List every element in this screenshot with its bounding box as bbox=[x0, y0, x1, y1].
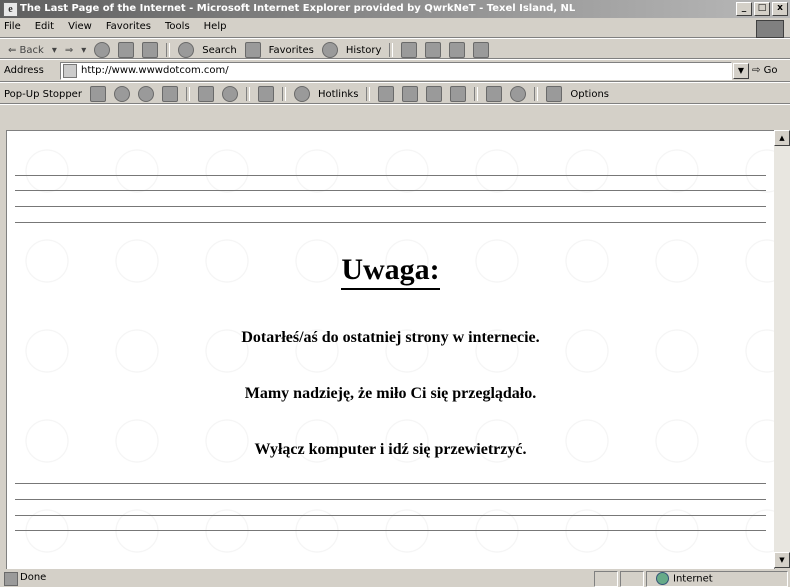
menu-file[interactable]: File bbox=[4, 21, 21, 32]
forward-dropdown-icon[interactable]: ▾ bbox=[81, 45, 86, 56]
horizontal-rule bbox=[15, 515, 766, 516]
toolbar-separator bbox=[389, 43, 394, 57]
horizontal-rule bbox=[15, 222, 766, 223]
go-button[interactable]: ⇨ Go bbox=[752, 65, 777, 76]
vertical-scrollbar[interactable]: ▲ ▼ bbox=[774, 130, 790, 568]
status-text: Done bbox=[20, 572, 47, 583]
status-cell bbox=[620, 571, 644, 587]
message-line-2: Mamy nadzieję, że miło Ci się przeglądał… bbox=[244, 385, 537, 402]
globe-icon bbox=[656, 572, 669, 585]
toolbar-separator bbox=[245, 87, 250, 101]
horizontal-rule bbox=[15, 206, 766, 207]
links-toolbar: Pop-Up Stopper Hotlinks Options bbox=[0, 83, 790, 105]
toolbar-icon[interactable] bbox=[510, 86, 527, 102]
toolbar-separator bbox=[281, 87, 286, 101]
options-button[interactable]: Options bbox=[570, 89, 609, 100]
toolbar-icon[interactable] bbox=[197, 86, 214, 102]
print-icon[interactable] bbox=[425, 42, 442, 58]
scroll-up-arrow-icon[interactable]: ▲ bbox=[774, 130, 790, 146]
address-label: Address bbox=[4, 65, 44, 76]
go-label: Go bbox=[763, 65, 778, 76]
status-cell bbox=[594, 571, 618, 587]
toolbar-separator bbox=[474, 87, 479, 101]
status-bar: Done Internet bbox=[0, 569, 790, 587]
menu-help[interactable]: Help bbox=[204, 21, 227, 32]
minimize-button[interactable]: _ bbox=[736, 2, 752, 16]
close-button[interactable]: x bbox=[772, 2, 788, 16]
popup-stopper-icon[interactable] bbox=[89, 86, 106, 102]
horizontal-rule bbox=[15, 190, 766, 191]
heading-text: Uwaga: bbox=[341, 253, 440, 290]
home-icon[interactable] bbox=[142, 42, 159, 58]
windows-logo-icon bbox=[756, 20, 784, 38]
block-icon[interactable] bbox=[402, 86, 419, 102]
refresh-icon[interactable] bbox=[118, 42, 135, 58]
toolbar-icon[interactable] bbox=[221, 86, 238, 102]
page-icon bbox=[63, 64, 77, 78]
menu-favorites[interactable]: Favorites bbox=[106, 21, 151, 32]
menu-bar: File Edit View Favorites Tools Help bbox=[0, 18, 790, 39]
mail-icon[interactable] bbox=[401, 42, 418, 58]
hotlinks-icon[interactable] bbox=[293, 86, 310, 102]
message-line-3: Wyłącz komputer i idź się przewietrzyć. bbox=[254, 441, 527, 458]
folder-icon[interactable] bbox=[378, 86, 395, 102]
horizontal-rule bbox=[15, 175, 766, 176]
history-icon bbox=[321, 42, 338, 58]
menu-view[interactable]: View bbox=[68, 21, 92, 32]
menu-tools[interactable]: Tools bbox=[165, 21, 190, 32]
horizontal-rule bbox=[15, 499, 766, 500]
back-button[interactable]: ⇐ Back bbox=[8, 45, 44, 56]
dollar-icon[interactable] bbox=[161, 86, 178, 102]
toolbar-separator bbox=[185, 87, 190, 101]
toolbar-icon[interactable] bbox=[257, 86, 274, 102]
window-title: The Last Page of the Internet - Microsof… bbox=[20, 3, 576, 14]
menu-edit[interactable]: Edit bbox=[35, 21, 54, 32]
page-status-icon bbox=[4, 572, 18, 586]
search-button[interactable]: Search bbox=[202, 45, 236, 56]
search-icon bbox=[178, 42, 195, 58]
title-bar: e The Last Page of the Internet - Micros… bbox=[0, 0, 790, 18]
back-dropdown-icon[interactable]: ▾ bbox=[52, 45, 57, 56]
go-arrow-icon: ⇨ bbox=[752, 65, 761, 76]
page-content: Uwaga: Dotarłeś/aś do ostatniej strony w… bbox=[6, 130, 775, 570]
toolbar-icon[interactable] bbox=[113, 86, 130, 102]
horizontal-rule bbox=[15, 530, 766, 531]
message-line-1: Dotarłeś/aś do ostatniej strony w intern… bbox=[241, 329, 540, 346]
edit-icon[interactable] bbox=[449, 42, 466, 58]
sound-icon[interactable] bbox=[426, 86, 443, 102]
discuss-icon[interactable] bbox=[473, 42, 490, 58]
favorites-button[interactable]: Favorites bbox=[269, 45, 314, 56]
page-heading: Uwaga: bbox=[7, 253, 774, 290]
toolbar-separator bbox=[166, 43, 171, 57]
address-url: http://www.wwwdotcom.com/ bbox=[81, 65, 229, 76]
toolbar-separator bbox=[534, 87, 539, 101]
address-dropdown-button[interactable]: ▼ bbox=[733, 63, 749, 79]
history-button[interactable]: History bbox=[346, 45, 382, 56]
favorites-icon bbox=[244, 42, 261, 58]
window-controls: _ □ x bbox=[736, 2, 788, 16]
address-bar: Address http://www.wwwdotcom.com/ ▼ ⇨ Go bbox=[0, 60, 790, 83]
scroll-down-arrow-icon[interactable]: ▼ bbox=[774, 552, 790, 568]
stop-icon[interactable] bbox=[94, 42, 111, 58]
toolbar-icon[interactable] bbox=[137, 86, 154, 102]
music-note-icon[interactable] bbox=[450, 86, 467, 102]
zone-label: Internet bbox=[673, 573, 713, 585]
address-input[interactable]: http://www.wwwdotcom.com/ bbox=[60, 62, 732, 80]
options-icon bbox=[546, 86, 563, 102]
toolbar-icon[interactable] bbox=[486, 86, 503, 102]
popup-stopper-label[interactable]: Pop-Up Stopper bbox=[4, 89, 82, 100]
forward-icon[interactable]: ⇒ bbox=[65, 45, 73, 56]
horizontal-rule bbox=[15, 483, 766, 484]
maximize-button[interactable]: □ bbox=[754, 2, 770, 16]
navigation-toolbar: ⇐ Back ▾ ⇒ ▾ Search Favorites History bbox=[0, 39, 790, 60]
toolbar-separator bbox=[366, 87, 371, 101]
security-zone: Internet bbox=[656, 572, 713, 585]
hotlinks-button[interactable]: Hotlinks bbox=[318, 89, 358, 100]
ie-logo-icon: e bbox=[3, 2, 18, 17]
